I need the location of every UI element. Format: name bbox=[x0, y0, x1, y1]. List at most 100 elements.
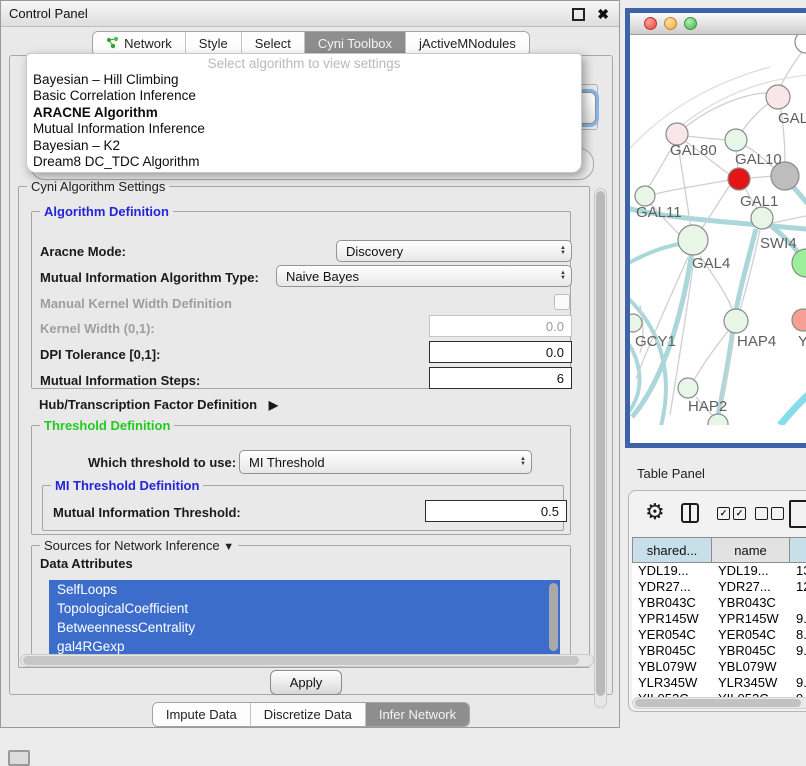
minimize-traffic-light-icon[interactable] bbox=[664, 17, 677, 30]
table-row[interactable]: YER054CYER054C8. bbox=[632, 627, 806, 643]
aracne-mode-value: Discovery bbox=[337, 244, 555, 259]
network-node[interactable] bbox=[635, 186, 655, 206]
manual-kernel-label: Manual Kernel Width Definition bbox=[40, 296, 232, 311]
mi-steps-field[interactable]: 6 bbox=[429, 367, 572, 389]
network-node[interactable] bbox=[766, 85, 790, 109]
checked-checkbox-icon[interactable]: ✓ bbox=[733, 507, 746, 520]
network-node[interactable] bbox=[728, 168, 750, 190]
mi-type-combo[interactable]: Naive Bayes ▲▼ bbox=[276, 265, 572, 287]
tab-select[interactable]: Select bbox=[241, 32, 304, 55]
combo-stepper-icon: ▲▼ bbox=[515, 457, 531, 467]
mi-steps-label: Mutual Information Steps: bbox=[40, 373, 200, 388]
table-row[interactable]: YBR043CYBR043C bbox=[632, 595, 806, 611]
table-row[interactable]: YLR345WYLR345W9. bbox=[632, 675, 806, 691]
algorithm-option[interactable]: Bayesian – K2 bbox=[27, 138, 581, 154]
network-canvas[interactable]: GALGAL80GAL10GAL1GAL11SWI4GAL4GCY1HAP4YH… bbox=[630, 35, 806, 425]
tab-cyni-toolbox[interactable]: Cyni Toolbox bbox=[304, 32, 405, 55]
mi-type-value: Naive Bayes bbox=[277, 269, 555, 284]
tab-infer-network-label: Infer Network bbox=[379, 707, 456, 722]
cyni-algorithm-settings-group: Cyni Algorithm Settings Algorithm Defini… bbox=[18, 186, 590, 668]
restore-icon[interactable] bbox=[572, 8, 585, 21]
network-node-label: GAL80 bbox=[670, 142, 717, 159]
network-node[interactable] bbox=[678, 378, 698, 398]
columns-icon[interactable] bbox=[681, 503, 699, 523]
network-node[interactable] bbox=[630, 314, 642, 332]
mi-threshold-field[interactable]: 0.5 bbox=[425, 500, 567, 522]
network-node[interactable] bbox=[795, 35, 806, 53]
tab-impute-data[interactable]: Impute Data bbox=[153, 703, 250, 726]
algorithm-option[interactable]: Bayesian – Hill Climbing bbox=[27, 72, 581, 88]
aracne-mode-label: Aracne Mode: bbox=[40, 244, 126, 259]
table-row[interactable]: YBL079WYBL079W bbox=[632, 659, 806, 675]
apply-button[interactable]: Apply bbox=[270, 670, 342, 695]
network-node[interactable] bbox=[751, 207, 773, 229]
table-row[interactable]: YBR045CYBR045C9. bbox=[632, 643, 806, 659]
mi-type-label: Mutual Information Algorithm Type: bbox=[40, 270, 259, 285]
scrollbar-thumb[interactable] bbox=[635, 699, 801, 707]
algorithm-option[interactable]: Basic Correlation Inference bbox=[27, 88, 581, 104]
network-edge bbox=[780, 383, 806, 425]
scrollbar-thumb[interactable] bbox=[23, 656, 579, 665]
document-icon[interactable] bbox=[789, 500, 806, 528]
network-node[interactable] bbox=[792, 309, 806, 331]
table-row[interactable]: YDL19...YDL19...13 bbox=[632, 563, 806, 579]
attribute-item-selected[interactable]: SelfLoops bbox=[49, 580, 560, 599]
table-row[interactable]: YPR145WYPR145W9. bbox=[632, 611, 806, 627]
table-cell: YPR145W bbox=[712, 611, 790, 627]
hub-definition-toggle[interactable]: Hub/Transcription Factor Definition ▶ bbox=[39, 397, 278, 412]
attributes-scrollbar[interactable] bbox=[549, 583, 558, 651]
aracne-mode-combo[interactable]: Discovery ▲▼ bbox=[336, 240, 572, 262]
tab-infer-network[interactable]: Infer Network bbox=[365, 703, 469, 726]
network-node[interactable] bbox=[792, 249, 806, 277]
settings-vertical-scrollbar[interactable] bbox=[594, 188, 607, 708]
unchecked-checkbox-icon[interactable] bbox=[771, 507, 784, 520]
zoom-traffic-light-icon[interactable] bbox=[684, 17, 697, 30]
tab-impute-data-label: Impute Data bbox=[166, 707, 237, 722]
network-node-label: GAL10 bbox=[735, 151, 782, 168]
tab-cyni-toolbox-label: Cyni Toolbox bbox=[318, 36, 392, 51]
scrollbar-thumb[interactable] bbox=[596, 191, 605, 696]
column-header[interactable] bbox=[790, 537, 806, 563]
apply-button-label: Apply bbox=[290, 675, 323, 690]
close-traffic-light-icon[interactable] bbox=[644, 17, 657, 30]
tab-discretize-data[interactable]: Discretize Data bbox=[250, 703, 365, 726]
chevron-right-icon: ▶ bbox=[269, 398, 278, 412]
attribute-item-selected[interactable]: TopologicalCoefficient bbox=[49, 599, 560, 618]
table-cell: 13 bbox=[790, 563, 806, 579]
unchecked-checkbox-icon[interactable] bbox=[755, 507, 768, 520]
table-cell: 12 bbox=[790, 579, 806, 595]
tab-discretize-data-label: Discretize Data bbox=[264, 707, 352, 722]
table-panel-title: Table Panel bbox=[637, 466, 705, 481]
which-threshold-combo[interactable]: MI Threshold ▲▼ bbox=[239, 450, 532, 474]
network-node-label: GAL1 bbox=[740, 193, 778, 210]
algorithm-option[interactable]: Dream8 DC_TDC Algorithm bbox=[27, 154, 581, 170]
settings-horizontal-scrollbar[interactable] bbox=[20, 654, 594, 667]
algorithm-option[interactable]: Mutual Information Inference bbox=[27, 121, 581, 137]
algorithm-option-selected[interactable]: ARACNE Algorithm bbox=[27, 105, 581, 121]
network-edge bbox=[694, 331, 728, 380]
column-header[interactable]: shared... bbox=[632, 537, 712, 563]
gear-icon[interactable]: ⚙ bbox=[645, 499, 665, 525]
dpi-tolerance-field[interactable]: 0.0 bbox=[429, 341, 572, 363]
network-node-label: GCY1 bbox=[635, 333, 676, 350]
tab-style[interactable]: Style bbox=[185, 32, 241, 55]
network-node[interactable] bbox=[678, 225, 708, 255]
network-node[interactable] bbox=[708, 414, 728, 425]
table-toolbar: ⚙ ✓ ✓ bbox=[629, 491, 806, 537]
table-row[interactable]: YDR27...YDR27...12 bbox=[632, 579, 806, 595]
tab-jactivemnodules[interactable]: jActiveMNodules bbox=[405, 32, 529, 55]
combo-stepper-icon: ▲▼ bbox=[555, 246, 571, 256]
table-horizontal-scrollbar[interactable] bbox=[632, 697, 806, 709]
tab-network[interactable]: Network bbox=[93, 32, 185, 55]
network-node[interactable] bbox=[725, 129, 747, 151]
manual-kernel-checkbox[interactable] bbox=[554, 294, 570, 310]
network-node[interactable] bbox=[724, 309, 748, 333]
kernel-width-field[interactable]: 0.0 bbox=[429, 315, 572, 337]
column-header[interactable]: name bbox=[712, 537, 790, 563]
checked-checkbox-icon[interactable]: ✓ bbox=[717, 507, 730, 520]
attribute-item-selected[interactable]: BetweennessCentrality bbox=[49, 618, 560, 637]
sources-legend[interactable]: Sources for Network Inference ▼ bbox=[40, 538, 238, 553]
table-cell: YBR043C bbox=[632, 595, 712, 611]
close-icon[interactable]: ✖ bbox=[597, 1, 609, 27]
minimized-panel-icon[interactable] bbox=[8, 750, 30, 766]
